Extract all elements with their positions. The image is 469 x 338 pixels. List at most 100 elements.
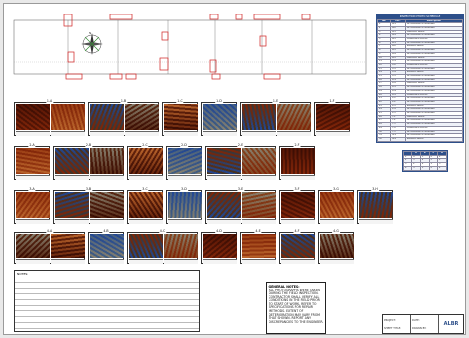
inspection-photo — [164, 234, 198, 258]
inspection-photo — [207, 192, 241, 218]
photo-group-label: 4-F — [293, 229, 301, 233]
photo-group: 4-B — [88, 229, 124, 264]
photo-group-label: 3-F — [293, 187, 301, 191]
photo-group: 3-D — [166, 187, 202, 224]
inspection-photo — [242, 234, 276, 258]
photo-group: 4-G — [318, 229, 354, 264]
photo-group: 1-C — [162, 99, 198, 136]
photo-caption-bar — [51, 259, 85, 264]
photo-caption-bar — [242, 131, 276, 136]
photo-group: 2-E — [205, 143, 276, 180]
photo-group: 3-B — [53, 187, 124, 224]
photo-caption-bar — [242, 219, 276, 224]
elevation-plan-drawing — [13, 14, 367, 80]
inspection-photo — [320, 192, 354, 218]
table-cell: 3 — [419, 165, 430, 171]
photo-group-label: 3-B — [84, 187, 93, 191]
photo-caption-bar — [320, 259, 354, 264]
inspection-photo — [168, 192, 202, 218]
photo-group: 3-G — [318, 187, 354, 224]
photo-caption-bar — [164, 259, 198, 264]
photo-caption-bar — [16, 131, 50, 136]
summary-table: ABCD14321252313241343322 — [402, 150, 448, 172]
inspection-photo — [316, 104, 350, 130]
inspection-photo — [55, 148, 89, 174]
photo-caption-bar — [281, 175, 315, 180]
photo-caption-bar — [242, 259, 276, 264]
photo-caption-bar — [207, 175, 241, 180]
inspection-photo — [281, 234, 315, 258]
title-block-sheet-title: SHEET TITLE: — [384, 326, 402, 330]
drawing-sheet: N INSPECTION PHOTO SCHEDULE No. Loc. Descr… — [3, 3, 466, 335]
inspection-photo — [129, 148, 163, 174]
photo-group-label: 3-C — [141, 187, 149, 191]
photo-group: 1-A — [14, 99, 85, 136]
photo-caption-bar — [55, 175, 89, 180]
inspection-photo — [16, 148, 50, 174]
photo-group-label: 4-C — [158, 229, 167, 233]
photo-group-label: 1-A — [45, 99, 54, 103]
photo-group-label: 2-B — [84, 143, 93, 147]
inspection-photo — [242, 192, 276, 218]
photo-group: 1-B — [88, 99, 159, 136]
inspection-photo — [90, 104, 124, 130]
photo-group-label: 1-C — [176, 99, 184, 103]
photo-caption-bar — [316, 131, 350, 136]
photo-group-label: 3-H — [371, 187, 379, 191]
photo-caption-bar — [125, 131, 159, 136]
photo-caption-bar — [90, 219, 124, 224]
inspection-photo — [207, 148, 241, 174]
notes-lines — [15, 277, 199, 331]
inspection-photo — [125, 104, 159, 130]
photo-caption-bar — [16, 219, 50, 224]
photo-group-label: 4-A — [45, 229, 54, 233]
photo-group-label: 4-G — [332, 229, 340, 233]
photo-group: 3-E — [205, 187, 276, 224]
photo-caption-bar — [51, 131, 85, 136]
inspection-photo — [203, 234, 237, 258]
photo-group: 2-D — [166, 143, 202, 180]
photo-caption-bar — [16, 259, 50, 264]
photo-group: 3-H — [357, 187, 393, 224]
inspection-photo — [203, 104, 237, 130]
photo-schedule-table: INSPECTION PHOTO SCHEDULE No. Loc. Descrip… — [376, 14, 464, 143]
table-cell: 32 — [376, 137, 392, 142]
photo-caption-bar — [359, 219, 393, 224]
title-block: PROJECT: SHEET TITLE: DATE: DRAWN BY: AL… — [382, 314, 464, 334]
photo-caption-bar — [168, 175, 202, 180]
inspection-photo — [242, 148, 276, 174]
photo-group-label: 2-F — [293, 143, 301, 147]
photo-group-label: 2-E — [236, 143, 245, 147]
photo-caption-bar — [16, 175, 50, 180]
photo-caption-bar — [277, 131, 311, 136]
photo-group: 2-C — [127, 143, 163, 180]
photo-group: 2-B — [53, 143, 124, 180]
inspection-photo — [129, 234, 163, 258]
general-notes-text: ALL PHOTOGRAPHS WERE TAKEN DURING THE FI… — [268, 288, 324, 324]
inspection-photo — [51, 234, 85, 258]
north-arrow-icon — [81, 33, 103, 55]
photo-group-label: 2-D — [180, 143, 188, 147]
title-block-company: ALBR — [443, 321, 459, 327]
photo-group-label: 2-C — [141, 143, 149, 147]
inspection-photo — [281, 192, 315, 218]
inspection-photo — [90, 192, 124, 218]
photo-group: 3-A — [14, 187, 50, 224]
inspection-photo — [129, 192, 163, 218]
inspection-photo — [277, 104, 311, 130]
photo-caption-bar — [90, 175, 124, 180]
photo-group: 4-E — [240, 229, 276, 264]
inspection-photo — [281, 148, 315, 174]
photo-group-label: 1-F — [328, 99, 336, 103]
photo-caption-bar — [129, 175, 163, 180]
inspection-photo — [51, 104, 85, 130]
photo-group-label: 4-E — [254, 229, 262, 233]
photo-caption-bar — [164, 131, 198, 136]
inspection-photo — [90, 234, 124, 258]
inspection-photo — [55, 192, 89, 218]
photo-group: 4-F — [279, 229, 315, 264]
table-row: 43322 — [402, 165, 447, 171]
inspection-photo — [16, 104, 50, 130]
inspection-photo — [242, 104, 276, 130]
general-notes: GENERAL NOTES: ALL PHOTOGRAPHS WERE TAKE… — [266, 282, 326, 334]
